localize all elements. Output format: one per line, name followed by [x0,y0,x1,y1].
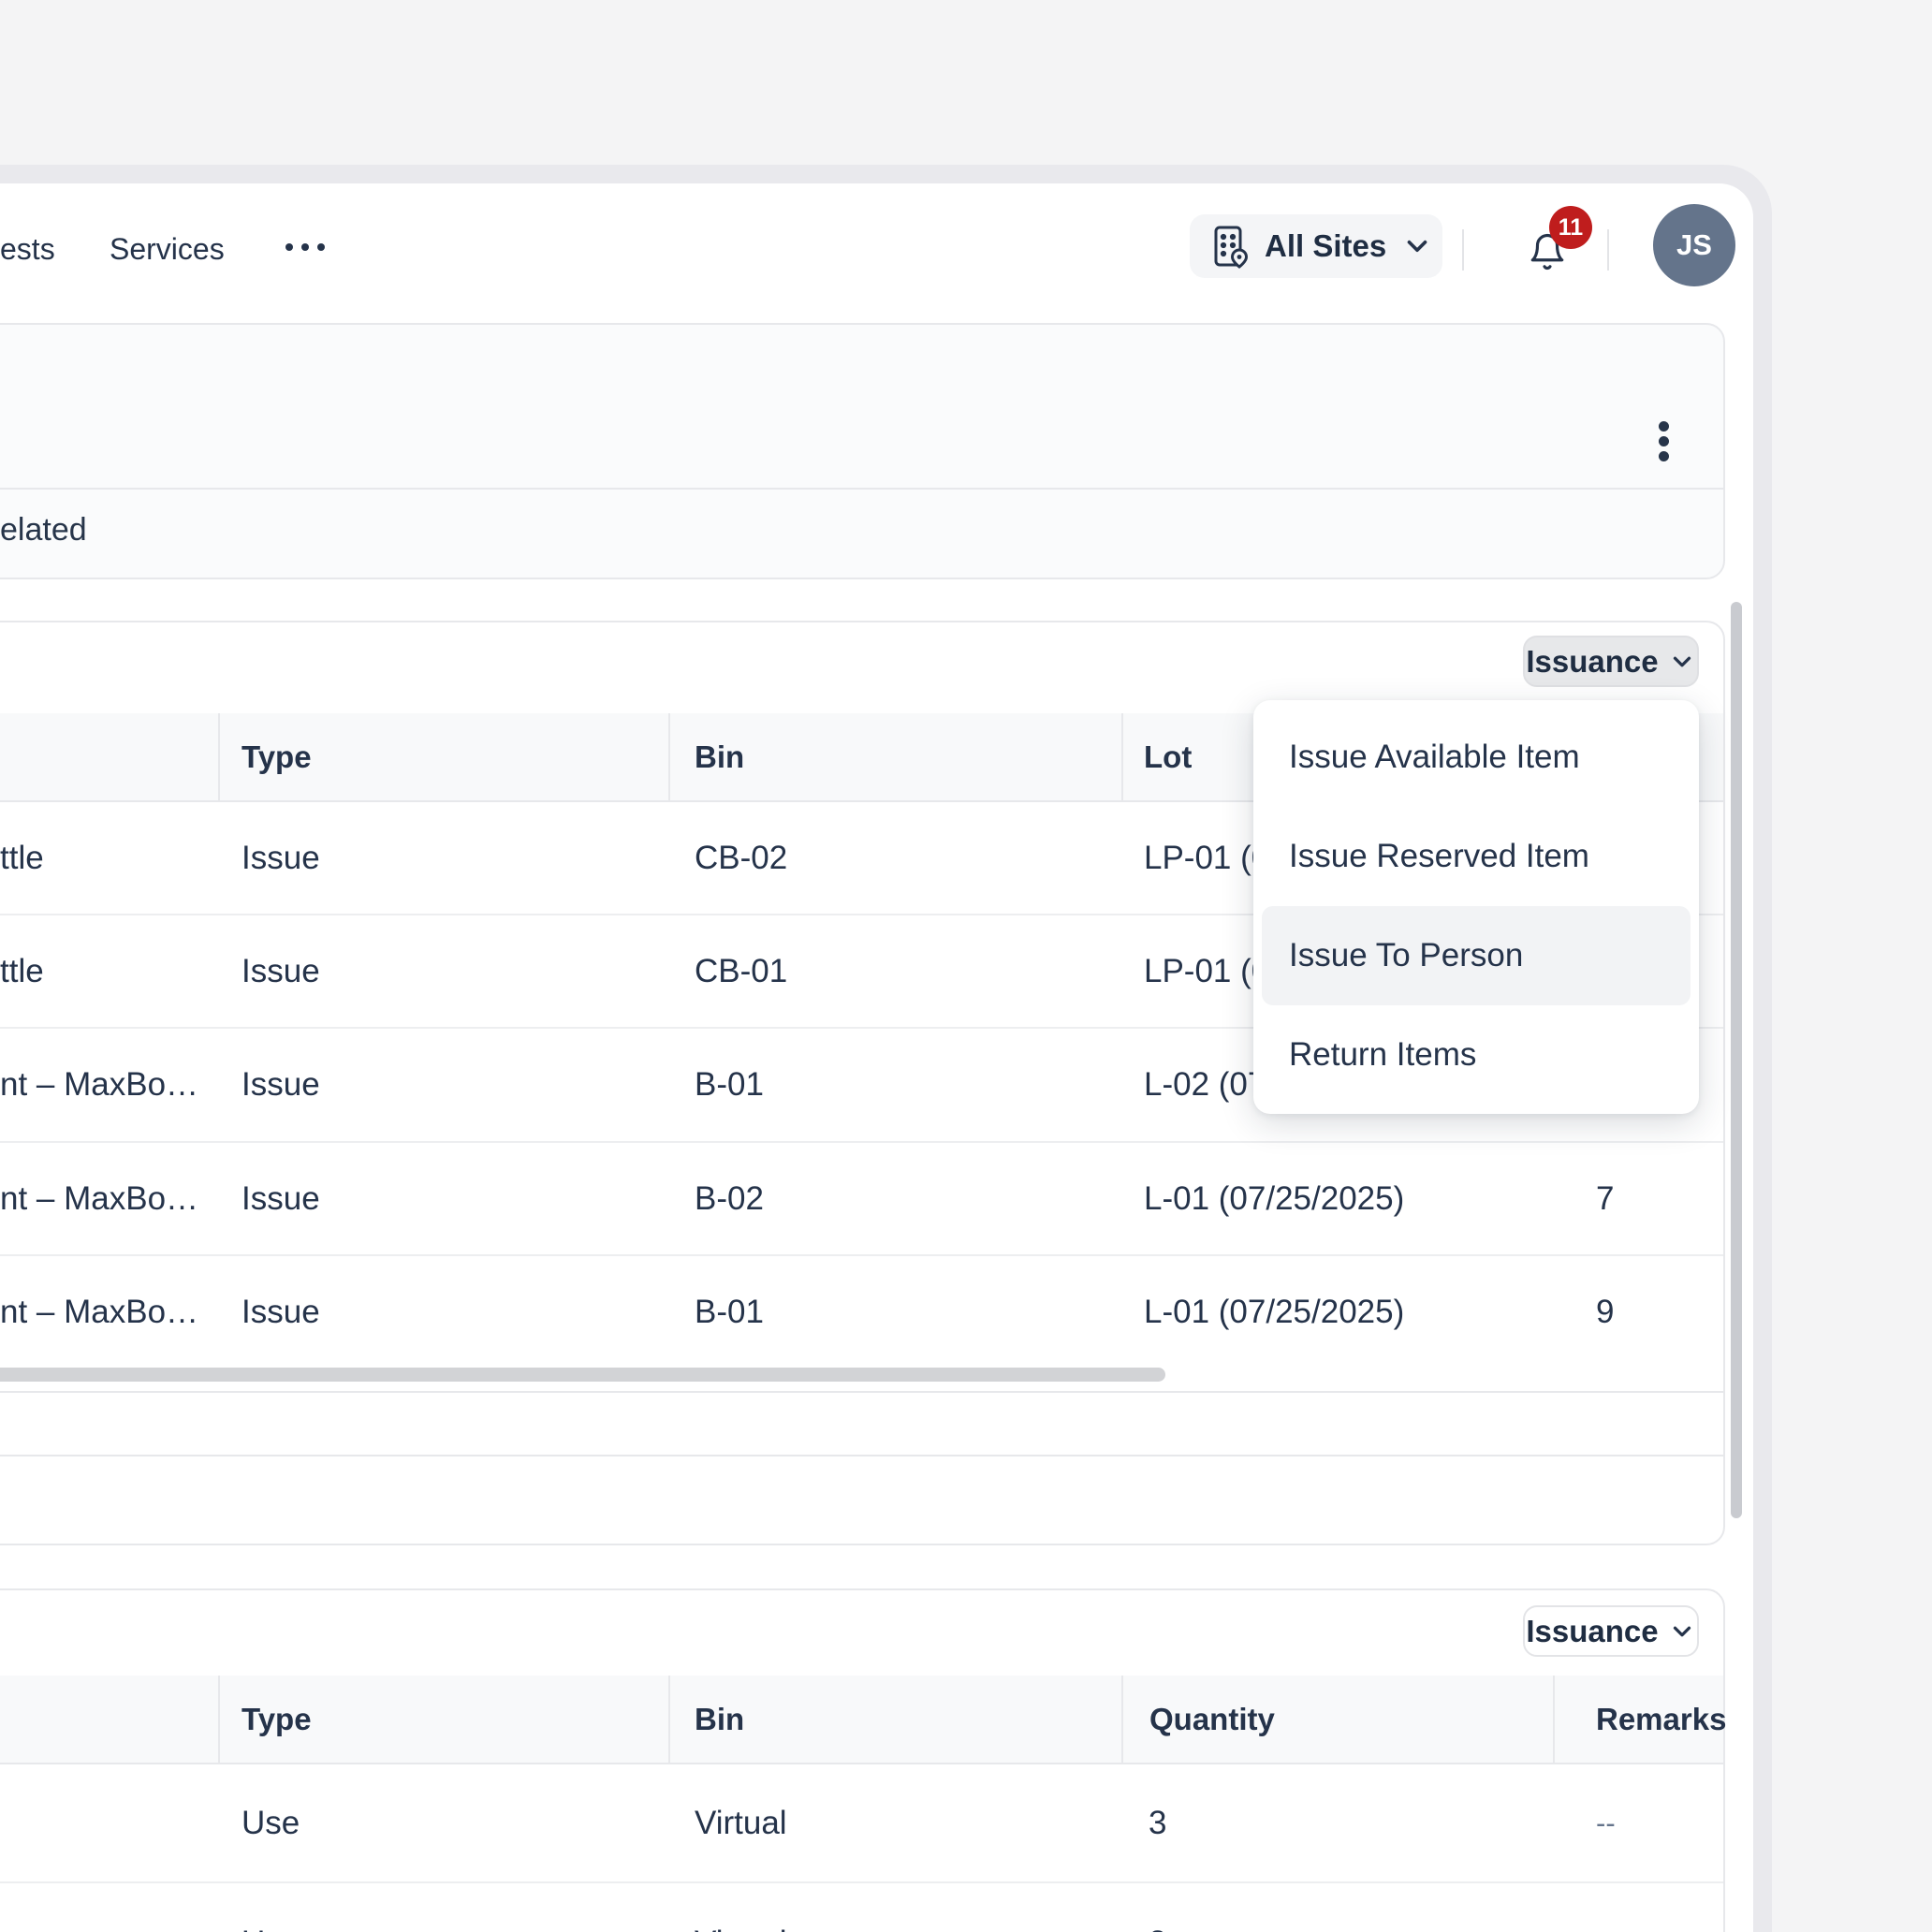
nav-item-requests-partial[interactable]: ests [0,230,55,268]
column-header-bin: Bin [695,1676,744,1763]
column-divider [1553,1676,1555,1763]
cell-type: Issue [242,1029,320,1141]
cell-quantity: 9 [1596,1256,1614,1368]
menu-item-issue-to-person[interactable]: Issue To Person [1262,906,1690,1005]
menu-item-issue-available-item[interactable]: Issue Available Item [1253,708,1699,807]
column-header-remarks: Remarks [1596,1676,1726,1763]
cell-bin: B-02 [695,1143,764,1254]
cell-type: Issue [242,1256,320,1368]
site-selector-label: All Sites [1265,228,1386,264]
chevron-down-icon [1401,230,1433,262]
column-header-type: Type [242,1676,312,1763]
cell-lot: LP-01 (0 [1144,802,1269,914]
chevron-down-icon [1668,1617,1696,1646]
user-avatar[interactable]: JS [1653,204,1735,286]
issuance-button-label: Issuance [1526,644,1658,680]
cell-type: Issue [242,802,320,914]
nav-overflow-ellipsis-icon[interactable] [285,243,325,251]
cell-lot: L-01 (07/25/2025) [1144,1143,1404,1254]
column-header-lot: Lot [1144,713,1192,800]
cell-remarks: -- [1596,1765,1616,1881]
building-icon [1210,224,1251,269]
cell-type: Issue [242,1143,320,1254]
issuance-button-label: Issuance [1526,1614,1658,1649]
cell-lot: L-01 (07/25/2025) [1144,1256,1404,1368]
nav-divider [1462,229,1464,271]
cell-item: nt – MaxBo… [0,1256,198,1368]
cell-item: ttle [0,915,44,1027]
header-card-divider [0,488,1723,490]
column-divider [668,1676,670,1763]
nav-divider [1607,229,1609,271]
cell-type: Use [242,1765,300,1881]
cell-bin: B-01 [695,1029,764,1141]
issuance-dropdown-button-2[interactable]: Issuance [1523,1605,1699,1657]
cell-quantity: 7 [1596,1143,1614,1254]
column-divider [1121,713,1123,800]
cell-bin: CB-01 [695,915,787,1027]
notification-count-badge: 11 [1549,206,1592,249]
table-row[interactable]: Use Virtual 3 [0,1885,1723,1932]
screen: ests Services All Sites 11 JS [0,0,1932,1932]
cell-item: nt – MaxBo… [0,1029,198,1141]
nav-item-services[interactable]: Services [110,230,225,268]
issuance-dropdown-menu: Issue Available Item Issue Reserved Item… [1253,700,1699,1114]
column-header-type: Type [242,713,312,800]
cell-lot: LP-01 (0 [1144,915,1269,1027]
column-divider [668,713,670,800]
table-row[interactable]: Use Virtual 3 -- [0,1765,1723,1883]
cell-item: ttle [0,802,44,914]
avatar-initials: JS [1676,228,1712,262]
column-divider [1121,1676,1123,1763]
table-footer-strip [0,1395,1723,1456]
vertical-scrollbar-thumb[interactable] [1731,602,1742,1518]
record-header-card [0,323,1725,579]
cell-quantity: 3 [1149,1765,1166,1881]
cell-bin: Virtual [695,1765,787,1881]
table-row[interactable]: nt – MaxBo… Issue B-01 L-01 (07/25/2025)… [0,1256,1723,1369]
table-row[interactable]: nt – MaxBo… Issue B-02 L-01 (07/25/2025)… [0,1143,1723,1256]
column-header-bin: Bin [695,713,744,800]
kebab-menu-icon[interactable] [1659,421,1669,461]
cell-quantity: 3 [1149,1885,1166,1932]
cell-item: nt – MaxBo… [0,1143,198,1254]
menu-item-issue-reserved-item[interactable]: Issue Reserved Item [1253,807,1699,906]
cell-type: Use [242,1885,300,1932]
menu-item-return-items[interactable]: Return Items [1253,1005,1699,1105]
cell-bin: Virtual [695,1885,787,1932]
column-divider [218,1676,220,1763]
column-divider [218,713,220,800]
cell-type: Issue [242,915,320,1027]
tab-related-partial[interactable]: elated [0,510,87,549]
issuance-dropdown-button[interactable]: Issuance [1523,636,1699,687]
site-selector-button[interactable]: All Sites [1190,214,1442,278]
column-header-quantity: Quantity [1149,1676,1275,1763]
horizontal-scrollbar-thumb[interactable] [0,1368,1165,1382]
cell-bin: B-01 [695,1256,764,1368]
cell-bin: CB-02 [695,802,787,914]
usage-table-header: Type Bin Quantity Remarks [0,1676,1723,1764]
chevron-down-icon [1668,648,1696,676]
